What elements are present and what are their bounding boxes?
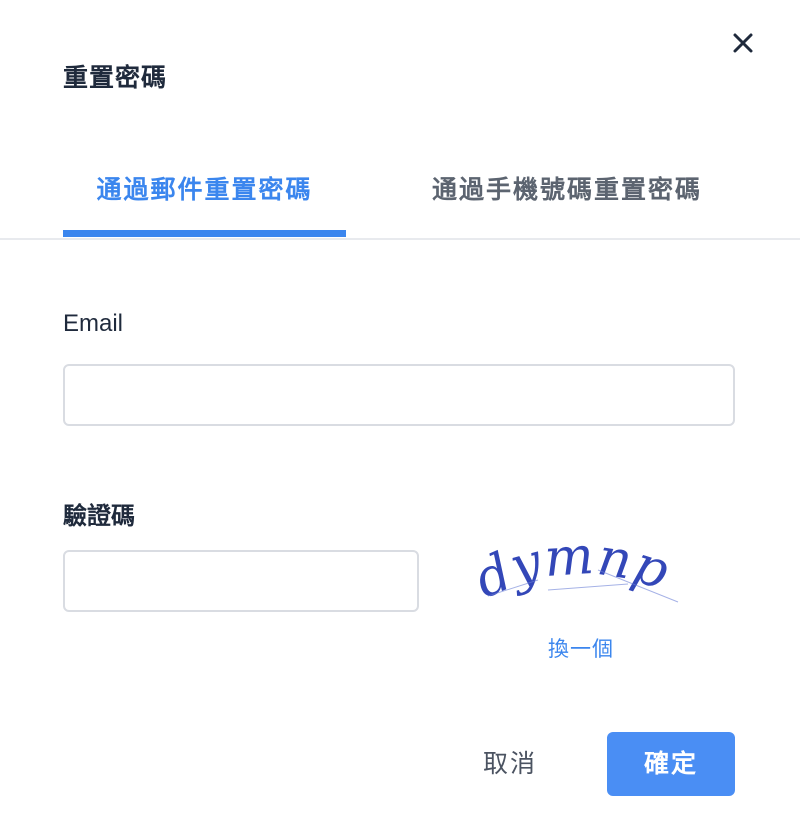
reset-method-tabs: 通過郵件重置密碼 通過手機號碼重置密碼	[0, 160, 800, 240]
dialog-title: 重置密碼	[63, 63, 168, 92]
tab-phone-reset[interactable]: 通過手機號碼重置密碼	[432, 170, 732, 230]
close-icon[interactable]	[728, 28, 758, 58]
captcha-image[interactable]: dymnp	[466, 526, 688, 620]
captcha-text: dymnp	[466, 526, 676, 611]
refresh-captcha-link[interactable]: 換一個	[548, 633, 614, 663]
active-tab-indicator	[63, 230, 346, 237]
cancel-button[interactable]: 取消	[470, 732, 550, 796]
confirm-button[interactable]: 確定	[607, 732, 735, 796]
captcha-label: 驗證碼	[63, 502, 135, 530]
reset-password-dialog: 重置密碼 通過郵件重置密碼 通過手機號碼重置密碼 Email 驗證碼 dymnp…	[0, 0, 800, 830]
captcha-input[interactable]	[63, 550, 419, 612]
tab-email-reset[interactable]: 通過郵件重置密碼	[63, 170, 346, 230]
svg-text:dymnp: dymnp	[478, 540, 677, 610]
email-field[interactable]	[63, 364, 735, 426]
tabs-divider	[0, 238, 800, 240]
email-label: Email	[63, 310, 124, 337]
